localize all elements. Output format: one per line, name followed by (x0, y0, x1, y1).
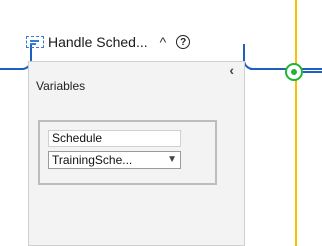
connection-node-icon[interactable] (285, 63, 303, 81)
sequence-activity-icon (26, 36, 44, 48)
vertical-connector-line (295, 0, 297, 246)
variable-editor: Schedule TrainingSche... ▼ (38, 120, 217, 185)
activity-title[interactable]: Handle Sched... (48, 34, 148, 50)
variables-panel: ‹ Variables Schedule TrainingSche... ▼ (28, 61, 245, 246)
variable-type-dropdown[interactable]: TrainingSche... ▼ (48, 151, 181, 169)
dropdown-arrow-icon[interactable]: ▼ (167, 152, 177, 168)
variable-name-field[interactable]: Schedule (48, 130, 181, 147)
variable-type-value: TrainingSche... (52, 153, 133, 167)
workflow-canvas: Handle Sched... ^ ? ‹ Variables Schedule… (0, 0, 322, 246)
collapse-caret-icon[interactable]: ^ (160, 34, 167, 50)
help-icon[interactable]: ? (176, 35, 191, 49)
panel-collapse-chevron-icon[interactable]: ‹ (229, 62, 234, 78)
panel-title: Variables (36, 79, 86, 93)
node-connector-tail (303, 71, 322, 73)
outgoing-connector-curve (243, 44, 259, 70)
activity-header[interactable]: Handle Sched... ^ ? (26, 33, 191, 51)
